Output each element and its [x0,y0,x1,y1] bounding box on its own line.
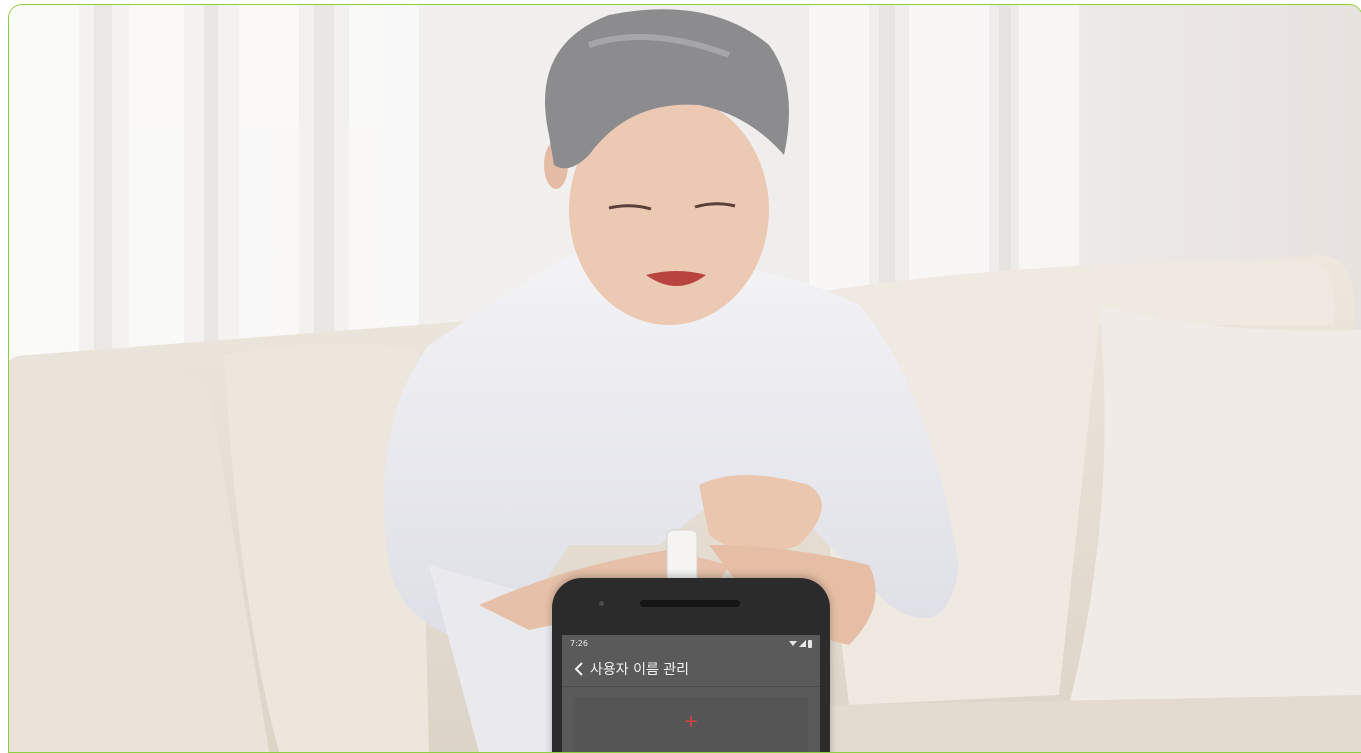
wifi-icon [789,641,797,646]
signal-icon [799,640,806,647]
hero-photo-frame: 7:26 사용자 이름 관리 + [8,4,1361,753]
battery-icon [808,639,812,648]
phone-screen: 7:26 사용자 이름 관리 + [562,635,820,752]
screen-content: + [562,687,820,752]
add-user-button[interactable]: + [574,697,808,752]
status-bar: 7:26 [562,635,820,652]
app-bar: 사용자 이름 관리 [562,652,820,687]
phone-camera [599,601,604,606]
phone-speaker [640,600,740,607]
status-icons [789,639,812,648]
back-chevron-icon[interactable] [570,659,586,679]
page-title: 사용자 이름 관리 [590,662,690,678]
plus-icon: + [683,711,699,732]
phone-mockup: 7:26 사용자 이름 관리 + [552,578,830,752]
status-time: 7:26 [570,639,588,648]
